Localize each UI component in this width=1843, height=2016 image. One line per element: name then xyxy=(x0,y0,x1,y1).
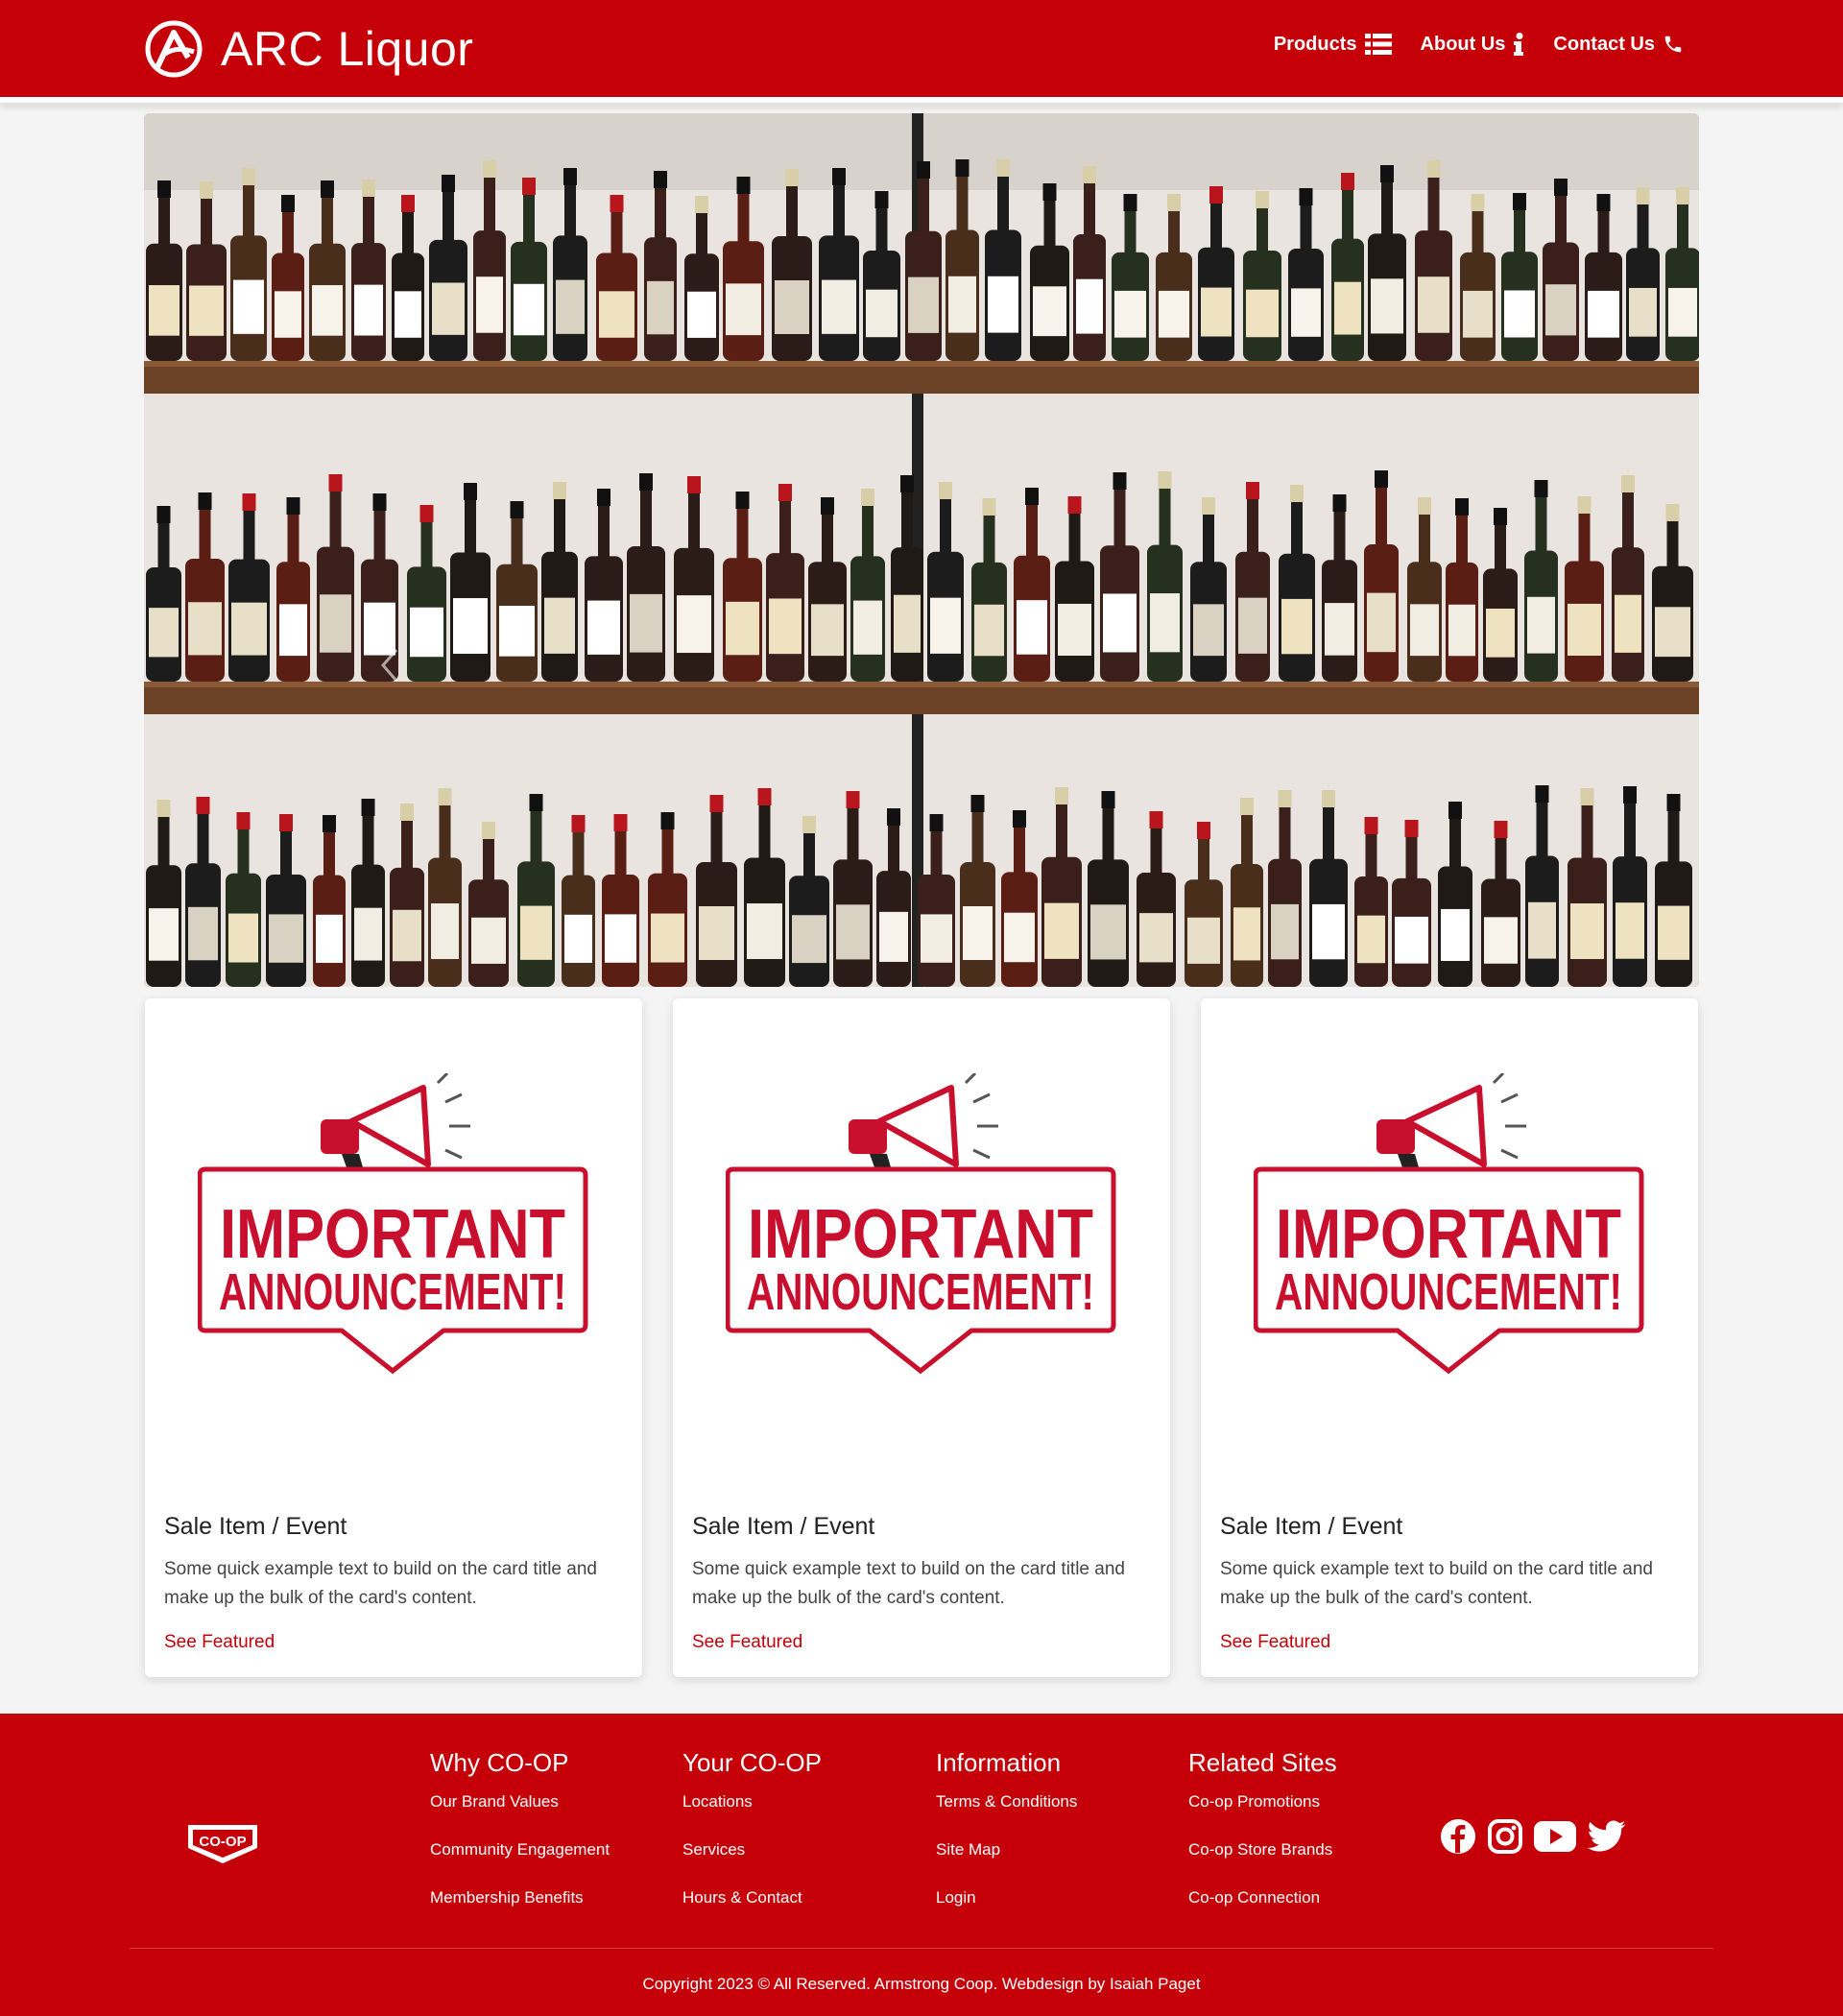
copyright-text: Copyright 2023 © All Reserved. Armstrong… xyxy=(642,1975,1201,1993)
footer-link[interactable]: Co-op Connection xyxy=(1188,1887,1337,1935)
youtube-icon[interactable] xyxy=(1534,1821,1576,1852)
brand-link[interactable]: ARC Liquor xyxy=(144,17,473,81)
card-title: Sale Item / Event xyxy=(692,1513,875,1540)
social-links xyxy=(1440,1818,1626,1855)
navbar-underline xyxy=(0,97,1843,103)
svg-text:IMPORTANT: IMPORTANT xyxy=(220,1196,565,1273)
footer-link[interactable]: Hours & Contact xyxy=(682,1887,822,1935)
arc-logo-icon xyxy=(145,20,203,78)
footer-link[interactable]: Services xyxy=(682,1839,822,1887)
list-icon xyxy=(1364,34,1392,55)
top-navbar: ARC Liquor Products About Us Contact Us xyxy=(0,0,1843,97)
svg-text:ANNOUNCEMENT!: ANNOUNCEMENT! xyxy=(1275,1263,1622,1321)
footer-link[interactable]: Terms & Conditions xyxy=(936,1791,1077,1839)
card-title: Sale Item / Event xyxy=(164,1513,347,1540)
info-icon xyxy=(1514,33,1524,56)
featured-card: IMPORTANT ANNOUNCEMENT! Sale Item / Even… xyxy=(145,998,642,1677)
footer-link[interactable]: Co-op Promotions xyxy=(1188,1791,1337,1839)
featured-card: IMPORTANT ANNOUNCEMENT! Sale Item / Even… xyxy=(1201,998,1698,1677)
announcement-image: IMPORTANT ANNOUNCEMENT! xyxy=(726,1073,1116,1375)
footer-link[interactable]: Community Engagement xyxy=(430,1839,610,1887)
megaphone-icon xyxy=(849,1073,998,1181)
see-featured-link[interactable]: See Featured xyxy=(692,1632,802,1653)
card-title: Sale Item / Event xyxy=(1220,1513,1403,1540)
footer-link[interactable]: Login xyxy=(936,1887,1077,1935)
facebook-icon[interactable] xyxy=(1440,1818,1476,1855)
footer-heading: Related Sites xyxy=(1188,1748,1337,1777)
featured-card: IMPORTANT ANNOUNCEMENT! Sale Item / Even… xyxy=(673,998,1170,1677)
footer-link[interactable]: Co-op Store Brands xyxy=(1188,1839,1337,1887)
chevron-left-icon xyxy=(381,649,398,682)
wine-bottles-image xyxy=(144,113,1699,987)
main-nav: Products About Us Contact Us xyxy=(1274,33,1684,56)
see-featured-link[interactable]: See Featured xyxy=(1220,1632,1330,1653)
footer-heading: Information xyxy=(936,1748,1062,1777)
instagram-icon[interactable] xyxy=(1488,1819,1522,1854)
announcement-image: IMPORTANT ANNOUNCEMENT! xyxy=(1254,1073,1644,1375)
svg-text:ANNOUNCEMENT!: ANNOUNCEMENT! xyxy=(747,1263,1094,1321)
footer-link[interactable]: Locations xyxy=(682,1791,822,1839)
footer-link[interactable]: Membership Benefits xyxy=(430,1887,610,1935)
twitter-icon[interactable] xyxy=(1588,1820,1626,1853)
footer-heading: Your CO-OP xyxy=(682,1748,822,1777)
coop-logo-icon: CO-OP xyxy=(188,1825,257,1863)
footer-link[interactable]: Site Map xyxy=(936,1839,1077,1887)
footer-column-related-sites: Related Sites Co-op Promotions Co-op Sto… xyxy=(1188,1748,1337,1935)
nav-products-link[interactable]: Products xyxy=(1274,34,1392,56)
carousel-prev-button[interactable] xyxy=(371,636,409,694)
svg-text:CO-OP: CO-OP xyxy=(199,1834,246,1850)
card-text: Some quick example text to build on the … xyxy=(1220,1559,1653,1608)
svg-text:IMPORTANT: IMPORTANT xyxy=(1276,1196,1621,1273)
megaphone-icon xyxy=(1376,1073,1526,1181)
nav-contact-link[interactable]: Contact Us xyxy=(1553,34,1684,56)
nav-products-label: Products xyxy=(1273,33,1357,55)
footer-column-why-coop: Why CO-OP Our Brand Values Community Eng… xyxy=(430,1748,610,1935)
site-footer: CO-OP Why CO-OP Our Brand Values Communi… xyxy=(0,1714,1843,2016)
footer-link[interactable]: Our Brand Values xyxy=(430,1791,610,1839)
card-text: Some quick example text to build on the … xyxy=(164,1559,597,1608)
footer-column-your-coop: Your CO-OP Locations Services Hours & Co… xyxy=(682,1748,822,1935)
nav-contact-label: Contact Us xyxy=(1553,33,1655,55)
see-featured-link[interactable]: See Featured xyxy=(164,1632,275,1653)
nav-about-link[interactable]: About Us xyxy=(1421,33,1525,56)
phone-icon xyxy=(1664,36,1682,53)
megaphone-icon xyxy=(321,1073,470,1181)
hero-carousel[interactable] xyxy=(144,113,1699,987)
nav-about-label: About Us xyxy=(1420,33,1506,55)
footer-heading: Why CO-OP xyxy=(430,1748,569,1777)
footer-divider xyxy=(130,1948,1713,1949)
announcement-image: IMPORTANT ANNOUNCEMENT! xyxy=(198,1073,588,1375)
card-text: Some quick example text to build on the … xyxy=(692,1559,1125,1608)
svg-text:IMPORTANT: IMPORTANT xyxy=(748,1196,1093,1273)
footer-column-information: Information Terms & Conditions Site Map … xyxy=(936,1748,1077,1935)
brand-name: ARC Liquor xyxy=(221,22,474,76)
svg-text:ANNOUNCEMENT!: ANNOUNCEMENT! xyxy=(219,1263,566,1321)
